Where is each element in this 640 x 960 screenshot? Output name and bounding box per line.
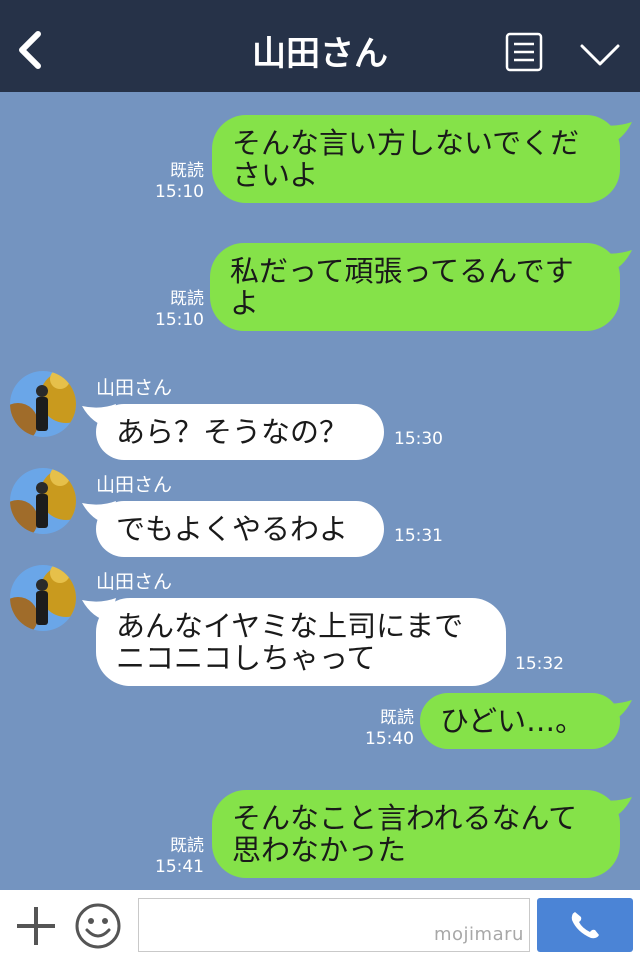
message-time: 15:32 xyxy=(515,654,564,674)
message-bubble[interactable]: そんなこと言われるなんて 思わなかった xyxy=(212,790,620,878)
message-time: 15:41 xyxy=(155,857,204,877)
message-meta: 既読 15:41 xyxy=(150,836,204,878)
message-text: ひどい…。 xyxy=(440,704,585,738)
message-bubble[interactable]: そんな言い方しないでくだ さいよ xyxy=(212,115,620,203)
read-receipt: 既読 xyxy=(170,161,204,181)
message-text: そんな言い方しないでくだ xyxy=(232,126,580,160)
watermark-text: mojimaru xyxy=(434,924,524,945)
list-icon xyxy=(505,32,543,72)
sender-name: 山田さん xyxy=(96,474,173,496)
message-text: 私だって頑張ってるんです xyxy=(230,254,574,288)
message-text: あんなイヤミな上司にまで xyxy=(116,609,464,643)
sender-name: 山田さん xyxy=(96,571,173,593)
avatar[interactable] xyxy=(10,371,76,437)
message-bubble[interactable]: ひどい…。 xyxy=(420,693,620,749)
message-text: そんなこと言われるなんて xyxy=(232,801,578,835)
message-meta: 既読 15:10 xyxy=(150,161,204,203)
avatar-image xyxy=(10,371,76,437)
message-text: 思わなかった xyxy=(232,833,407,867)
smiley-icon xyxy=(75,903,121,949)
menu-button[interactable] xyxy=(505,32,543,72)
avatar[interactable] xyxy=(10,565,76,631)
read-receipt: 既読 xyxy=(170,289,204,309)
plus-icon xyxy=(17,907,55,945)
dropdown-button[interactable] xyxy=(578,40,622,70)
sender-name: 山田さん xyxy=(96,377,173,399)
message-time: 15:40 xyxy=(365,729,414,749)
message-meta: 既読 15:10 xyxy=(150,289,204,331)
read-receipt: 既読 xyxy=(170,836,204,856)
chat-header: 山田さん xyxy=(0,0,640,92)
message-bubble[interactable]: 私だって頑張ってるんです よ xyxy=(210,243,620,331)
chat-title: 山田さん xyxy=(252,34,388,74)
message-text: さいよ xyxy=(232,158,319,192)
message-time: 15:30 xyxy=(394,429,443,449)
message-text: よ xyxy=(230,286,260,320)
message-text: あら？そうなの？ xyxy=(116,415,349,449)
message-bubble[interactable]: あんなイヤミな上司にまで ニコニコしちゃって xyxy=(96,598,506,686)
chevron-down-icon xyxy=(580,44,620,66)
avatar[interactable] xyxy=(10,468,76,534)
message-time: 15:10 xyxy=(155,182,204,202)
message-text: でもよくやるわよ xyxy=(116,512,349,546)
message-time: 15:31 xyxy=(394,526,443,546)
call-button[interactable] xyxy=(537,898,633,952)
message-text: ニコニコしちゃって xyxy=(116,641,376,675)
message-list[interactable]: 既読 15:10 そんな言い方しないでくだ さいよ 既読 15:10 私だって頑… xyxy=(0,92,640,890)
input-bar: mojimaru xyxy=(0,890,640,960)
emoji-button[interactable] xyxy=(74,902,122,950)
message-bubble[interactable]: あら？そうなの？ xyxy=(96,404,384,460)
avatar-image xyxy=(10,565,76,631)
phone-icon xyxy=(571,912,599,939)
message-bubble[interactable]: でもよくやるわよ xyxy=(96,501,384,557)
message-time: 15:10 xyxy=(155,310,204,330)
read-receipt: 既読 xyxy=(380,708,414,728)
avatar-image xyxy=(10,468,76,534)
attach-button[interactable] xyxy=(14,904,58,948)
message-meta: 既読 15:40 xyxy=(360,708,414,750)
